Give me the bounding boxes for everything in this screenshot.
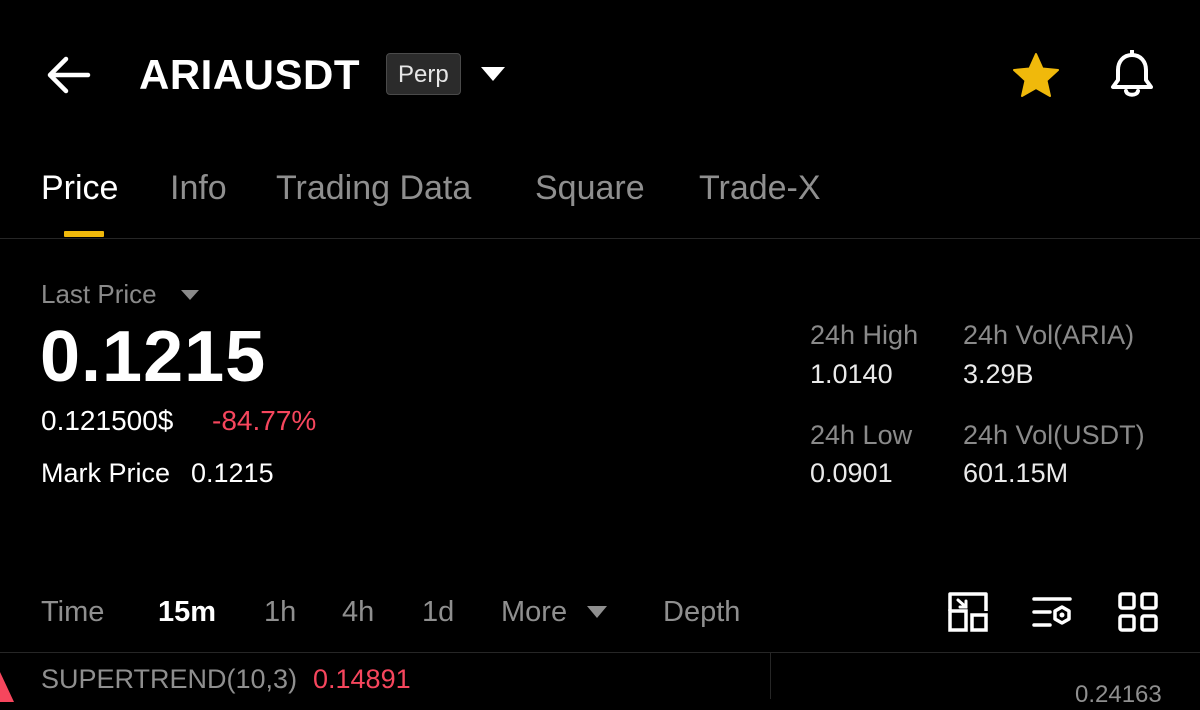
low-24h-label: 24h Low <box>810 420 913 450</box>
depth-tab[interactable]: Depth <box>663 594 740 630</box>
chart-separator <box>770 652 771 699</box>
timeframe-15m[interactable]: 15m <box>158 594 216 630</box>
high-24h-value: 1.0140 <box>810 359 893 389</box>
vol-quote-24h-label: 24h Vol(USDT) <box>963 420 1145 450</box>
grid-layout-icon[interactable] <box>1117 591 1159 633</box>
timeframe-4h[interactable]: 4h <box>342 594 374 630</box>
tab-square[interactable]: Square <box>535 166 645 210</box>
symbol-title: ARIAUSDT <box>139 51 360 98</box>
tab-trading-data[interactable]: Trading Data <box>276 166 471 210</box>
high-24h-label: 24h High <box>810 320 919 350</box>
chevron-down-icon[interactable] <box>586 605 608 619</box>
price-axis-label: 0.24163 <box>1075 681 1162 708</box>
chevron-down-icon[interactable] <box>480 66 506 82</box>
caret-down-icon[interactable] <box>180 288 200 300</box>
price-change-percent: -84.77% <box>212 405 317 436</box>
indicator-label: SUPERTREND(10,3) <box>41 664 298 694</box>
mark-price-label: Mark Price <box>41 458 171 488</box>
timeframe-time[interactable]: Time <box>41 594 104 630</box>
last-price-label[interactable]: Last Price <box>41 278 157 310</box>
indicator-value: 0.14891 <box>313 664 411 694</box>
divider <box>0 238 1200 239</box>
tab-info[interactable]: Info <box>170 166 227 210</box>
candle-fragment <box>0 668 18 702</box>
timeframe-more[interactable]: More <box>501 594 567 630</box>
timeframe-1d[interactable]: 1d <box>422 594 454 630</box>
vol-base-24h-value: 3.29B <box>963 359 1034 389</box>
contract-type-badge: Perp <box>386 53 461 95</box>
back-arrow-icon[interactable] <box>44 54 92 96</box>
vol-quote-24h-value: 601.15M <box>963 458 1069 488</box>
star-icon[interactable] <box>1010 52 1062 100</box>
last-price-value: 0.1215 <box>40 317 267 397</box>
usd-price-value: 0.121500$ <box>41 405 174 436</box>
low-24h-value: 0.0901 <box>810 458 893 488</box>
vol-base-24h-label: 24h Vol(ARIA) <box>963 320 1135 350</box>
divider <box>0 652 1200 653</box>
indicator-settings-icon[interactable] <box>1032 591 1074 633</box>
chart-fullscreen-icon[interactable] <box>947 591 989 633</box>
mark-price-value: 0.1215 <box>191 458 274 488</box>
active-tab-indicator <box>64 231 104 237</box>
tab-price[interactable]: Price <box>41 166 118 210</box>
timeframe-1h[interactable]: 1h <box>264 594 296 630</box>
bell-icon[interactable] <box>1108 49 1156 100</box>
tab-trade-x[interactable]: Trade-X <box>699 166 821 210</box>
